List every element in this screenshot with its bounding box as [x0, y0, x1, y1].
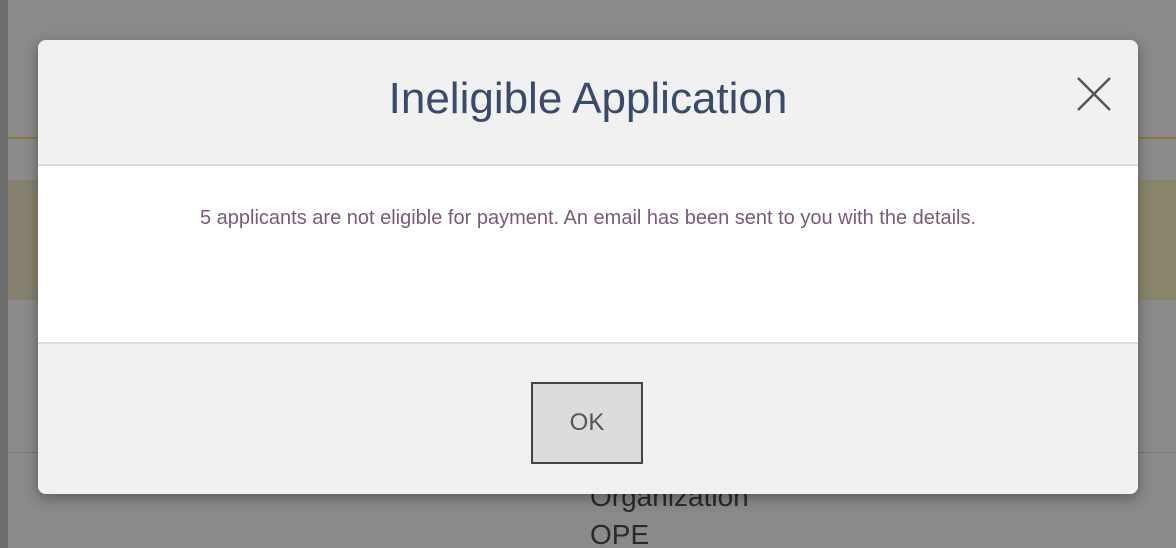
dialog-title: Ineligible Application	[388, 74, 788, 123]
ok-button[interactable]: OK	[531, 382, 643, 464]
close-button[interactable]	[1074, 74, 1114, 114]
background-left-strip	[0, 0, 8, 548]
background-label-line2: OPE	[590, 519, 650, 548]
dialog-body: 5 applicants are not eligible for paymen…	[38, 166, 1138, 344]
ineligible-application-dialog: Ineligible Application 5 applicants are …	[38, 40, 1138, 494]
close-icon	[1077, 77, 1111, 111]
dialog-footer: OK	[38, 344, 1138, 494]
screen: Organization OPE Ineligible Application …	[0, 0, 1176, 548]
dialog-message: 5 applicants are not eligible for paymen…	[199, 207, 977, 229]
dialog-header: Ineligible Application	[38, 40, 1138, 166]
